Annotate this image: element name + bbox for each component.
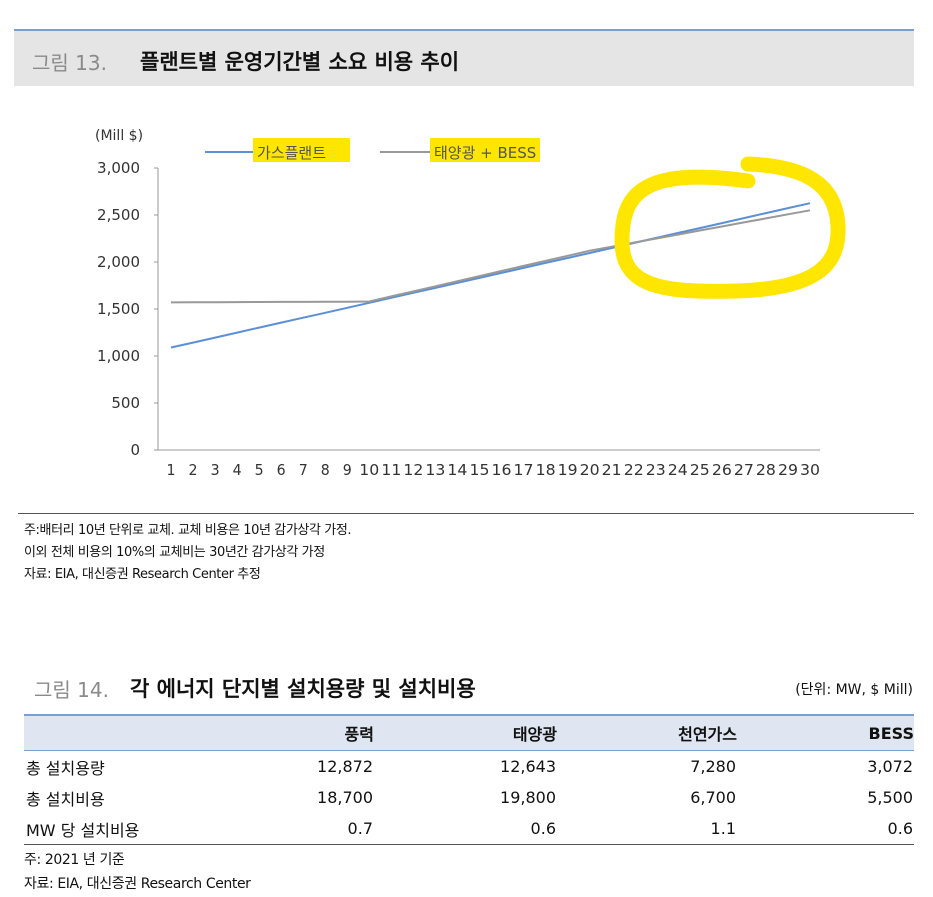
legend-label: 태양광 + BESS bbox=[434, 144, 536, 162]
figure-14-number: 그림 14. bbox=[34, 678, 109, 702]
x-tick-label: 25 bbox=[690, 461, 710, 479]
series-line bbox=[170, 202, 811, 349]
x-tick-label: 10 bbox=[359, 461, 379, 479]
x-tick-label: 9 bbox=[343, 461, 352, 479]
x-tick-label: 28 bbox=[756, 461, 776, 479]
highlight-stroke bbox=[614, 156, 846, 299]
table-cell: 18,700 bbox=[317, 788, 373, 807]
table-header-cell: 풍력 bbox=[344, 725, 374, 744]
table-row: 총 설치용량 12,872 12,643 7,280 3,072 bbox=[24, 751, 914, 783]
x-tick-label: 2 bbox=[189, 461, 198, 479]
chart-series bbox=[170, 202, 811, 349]
table-header-row: 풍력 태양광 천연가스 BESS bbox=[24, 715, 914, 751]
chart-note: 이외 전체 비용의 10%의 교체비는 30년간 감가상각 가정 bbox=[24, 545, 325, 560]
x-tick-label: 13 bbox=[425, 461, 445, 479]
x-tick-label: 5 bbox=[255, 461, 264, 479]
y-unit-label: (Mill $) bbox=[95, 128, 143, 144]
table-cell: 19,800 bbox=[500, 788, 556, 807]
y-tick-label: 1,500 bbox=[97, 300, 140, 318]
y-tick-label: 3,000 bbox=[97, 159, 140, 177]
x-tick-label: 24 bbox=[668, 461, 688, 479]
x-tick-label: 27 bbox=[734, 461, 754, 479]
figure-13-number: 그림 13. bbox=[32, 51, 107, 75]
y-tick-label: 500 bbox=[111, 394, 140, 412]
divider-line bbox=[18, 513, 914, 514]
row-label: 총 설치비용 bbox=[26, 789, 105, 809]
row-label: MW 당 설치비용 bbox=[26, 820, 140, 840]
chart-axes: 05001,0001,5002,0002,5003,0001 2 3 4 5 6 7 8 9 10… bbox=[97, 159, 820, 479]
y-tick-label: 2,500 bbox=[97, 206, 140, 224]
table-note: 주: 2021 년 기준 bbox=[24, 852, 125, 868]
figure-13-title: 플랜트별 운영기간별 소요 비용 추이 bbox=[140, 50, 460, 74]
row-label: 총 설치용량 bbox=[26, 758, 105, 778]
table-cell: 6,700 bbox=[690, 788, 736, 807]
table-cell: 1.1 bbox=[710, 819, 736, 838]
table-cell: 12,643 bbox=[500, 757, 556, 776]
x-tick-label: 15 bbox=[469, 461, 489, 479]
table-cell: 0.7 bbox=[347, 819, 373, 838]
x-tick-label: 8 bbox=[321, 461, 330, 479]
capacity-cost-table: 풍력 태양광 천연가스 BESS 총 설치용량 12,872 12,643 7,… bbox=[24, 714, 914, 845]
chart-legend: 가스플랜트 태양광 + BESS bbox=[205, 138, 540, 162]
table-header-cell: 태양광 bbox=[512, 725, 557, 744]
x-tick-label: 20 bbox=[580, 461, 600, 479]
chart-note: 주:배터리 10년 단위로 교체. 교체 비용은 10년 감가상각 가정. bbox=[24, 523, 352, 538]
table-cell: 12,872 bbox=[317, 757, 373, 776]
highlight-circle bbox=[614, 156, 846, 299]
legend-label: 가스플랜트 bbox=[257, 144, 326, 162]
x-tick-label: 7 bbox=[299, 461, 308, 479]
figure-14-unit: (단위: MW, $ Mill) bbox=[795, 682, 913, 698]
chart-source: 자료: EIA, 대신증권 Research Center 추정 bbox=[24, 567, 261, 582]
x-tick-label: 23 bbox=[646, 461, 666, 479]
table-row: 총 설치비용 18,700 19,800 6,700 5,500 bbox=[24, 782, 914, 813]
figure-13-header: 그림 13. 플랜트별 운영기간별 소요 비용 추이 bbox=[14, 29, 914, 86]
line-chart: (Mill $) 가스플랜트 태양광 + BESS 0 500 1,000 1,500 2… bbox=[95, 128, 846, 479]
table-cell: 5,500 bbox=[867, 788, 913, 807]
y-tick-label: 0 bbox=[130, 441, 140, 459]
y-tick-label: 1,000 bbox=[97, 347, 140, 365]
x-tick-label: 1 bbox=[167, 461, 176, 479]
x-tick-label: 26 bbox=[712, 461, 732, 479]
x-tick-label: 21 bbox=[602, 461, 622, 479]
x-tick-label: 11 bbox=[381, 461, 401, 479]
x-tick-label: 4 bbox=[233, 461, 242, 479]
y-tick-label: 2,000 bbox=[97, 253, 140, 271]
table-row: MW 당 설치비용 0.7 0.6 1.1 0.6 bbox=[24, 813, 914, 845]
x-tick-label: 12 bbox=[403, 461, 423, 479]
table-cell: 0.6 bbox=[887, 819, 913, 838]
x-tick-label: 29 bbox=[778, 461, 798, 479]
table-cell: 7,280 bbox=[690, 757, 736, 776]
figure-14-title: 각 에너지 단지별 설치용량 및 설치비용 bbox=[130, 677, 476, 701]
table-cell: 3,072 bbox=[867, 757, 913, 776]
x-tick-label: 22 bbox=[624, 461, 644, 479]
x-tick-label: 3 bbox=[211, 461, 220, 479]
x-tick-label: 17 bbox=[514, 461, 534, 479]
x-tick-label: 19 bbox=[558, 461, 578, 479]
x-tick-label: 6 bbox=[277, 461, 286, 479]
x-tick-label: 14 bbox=[447, 461, 467, 479]
x-tick-label: 30 bbox=[800, 461, 820, 479]
x-tick-label: 18 bbox=[536, 461, 556, 479]
table-header-cell: 천연가스 bbox=[678, 725, 737, 744]
table-cell: 0.6 bbox=[530, 819, 556, 838]
table-header-cell: BESS bbox=[868, 723, 914, 743]
table-source: 자료: EIA, 대신증권 Research Center bbox=[24, 876, 251, 892]
x-tick-label: 16 bbox=[492, 461, 512, 479]
table-header-cell bbox=[24, 715, 224, 751]
